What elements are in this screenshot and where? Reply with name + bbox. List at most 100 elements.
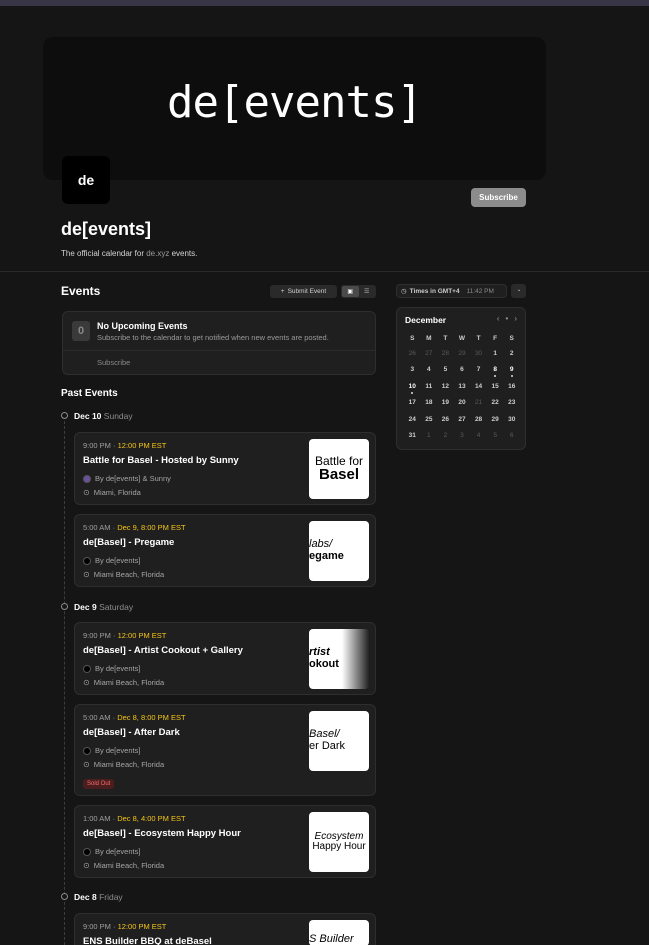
host-avatar-icon bbox=[83, 474, 91, 483]
thumb-text-2: er Dark bbox=[309, 740, 346, 752]
calendar-title: de[events] bbox=[61, 219, 152, 239]
event-card[interactable]: 5:00 AM · Dec 8, 8:00 PM EST de[Basel] -… bbox=[74, 704, 376, 796]
calendar-day[interactable]: 24 bbox=[404, 411, 421, 428]
weekday-label: T bbox=[476, 334, 481, 342]
calendar-day[interactable]: 6 bbox=[454, 362, 471, 379]
header-divider bbox=[0, 271, 649, 272]
event-card[interactable]: 9:00 PM · 12:00 PM EST de[Basel] - Artis… bbox=[74, 622, 376, 695]
calendar-day[interactable]: 3 bbox=[454, 428, 471, 445]
event-time: 9:00 PM · 12:00 PM EST bbox=[83, 922, 166, 931]
host-avatar-icon bbox=[83, 664, 91, 673]
calendar-day[interactable]: 17 bbox=[404, 395, 421, 412]
calendar-day[interactable]: 10 bbox=[404, 378, 421, 395]
calendar-day[interactable]: 3 bbox=[404, 362, 421, 379]
weekday-label: F bbox=[493, 334, 498, 342]
calendar-day[interactable]: 8 bbox=[487, 362, 504, 379]
calendar-day[interactable]: 4 bbox=[470, 428, 487, 445]
event-time: 1:00 AM · Dec 8, 4:00 PM EST bbox=[83, 814, 186, 823]
submit-event-button[interactable]: + Submit Event bbox=[270, 285, 337, 298]
timeline-dot bbox=[61, 893, 68, 900]
calendar-day[interactable]: 5 bbox=[487, 428, 504, 445]
location-label: Miami Beach, Florida bbox=[93, 760, 165, 769]
event-time: 5:00 AM · Dec 8, 8:00 PM EST bbox=[83, 713, 186, 722]
calendar-day[interactable]: 2 bbox=[503, 345, 520, 362]
calendar-day[interactable]: 25 bbox=[421, 411, 438, 428]
calendar-day[interactable]: 31 bbox=[404, 428, 421, 445]
host-label: By de[events] bbox=[95, 664, 141, 673]
subscribe-button[interactable]: Subscribe bbox=[471, 188, 526, 207]
calendar-day[interactable]: 26 bbox=[404, 345, 421, 362]
today-dot-icon[interactable]: • bbox=[506, 314, 509, 323]
calendar-day[interactable]: 15 bbox=[487, 378, 504, 395]
group-date: Dec 8 bbox=[74, 892, 97, 902]
location-pin-icon: ⊙ bbox=[83, 760, 90, 769]
event-card[interactable]: 1:00 AM · Dec 8, 4:00 PM EST de[Basel] -… bbox=[74, 805, 376, 878]
no-upcoming-subscribe-link[interactable]: Subscribe bbox=[97, 358, 130, 367]
thumb-text-2: okout bbox=[309, 658, 339, 670]
event-thumbnail: S Builder bbox=[309, 920, 369, 945]
calendar-day[interactable]: 19 bbox=[437, 395, 454, 412]
calendar-day[interactable]: 26 bbox=[437, 411, 454, 428]
event-title: de[Basel] - Ecosystem Happy Hour bbox=[83, 828, 241, 839]
calendar-day[interactable]: 28 bbox=[437, 345, 454, 362]
no-upcoming-desc: Subscribe to the calendar to get notifie… bbox=[97, 333, 329, 342]
timezone-indicator[interactable]: ◷ Times in GMT+4 11:42 PM bbox=[396, 284, 507, 298]
calendar-day[interactable]: 23 bbox=[503, 395, 520, 412]
calendar-day[interactable]: 9 bbox=[503, 362, 520, 379]
event-time: 9:00 PM · 12:00 PM EST bbox=[83, 441, 166, 450]
list-view-icon[interactable]: ☰ bbox=[359, 286, 376, 297]
event-host: By de[events] bbox=[83, 746, 140, 755]
calendar-day[interactable]: 18 bbox=[421, 395, 438, 412]
events-heading: Events bbox=[61, 284, 101, 298]
calendar-month: December bbox=[405, 315, 447, 325]
plus-icon: + bbox=[280, 288, 285, 295]
timezone-time: 11:42 PM bbox=[466, 287, 494, 295]
calendar-avatar: de bbox=[62, 156, 110, 204]
calendar-day[interactable]: 6 bbox=[503, 428, 520, 445]
rss-feed-icon[interactable]: ◔ bbox=[511, 284, 526, 298]
submit-event-label: Submit Event bbox=[287, 288, 327, 295]
timeline-line bbox=[64, 416, 65, 945]
event-card[interactable]: 9:00 PM · 12:00 PM EST Battle for Basel … bbox=[74, 432, 376, 505]
calendar-day[interactable]: 12 bbox=[437, 378, 454, 395]
calendar-day[interactable]: 7 bbox=[470, 362, 487, 379]
calendar-day[interactable]: 20 bbox=[454, 395, 471, 412]
calendar-day[interactable]: 29 bbox=[487, 411, 504, 428]
chevron-right-icon[interactable]: › bbox=[514, 314, 517, 323]
group-weekday: Friday bbox=[99, 892, 123, 902]
thumb-text-2: Happy Hour bbox=[312, 841, 366, 852]
calendar-day[interactable]: 4 bbox=[421, 362, 438, 379]
calendar-day[interactable]: 27 bbox=[421, 345, 438, 362]
calendar-day[interactable]: 28 bbox=[470, 411, 487, 428]
host-label: By de[events] & Sunny bbox=[95, 474, 171, 483]
calendar-day[interactable]: 30 bbox=[470, 345, 487, 362]
mini-calendar: December ‹ • › S M T W T F S 26 27 28 29 30 1 2 3 4 5 6 7 8… bbox=[396, 307, 526, 450]
calendar-day[interactable]: 5 bbox=[437, 362, 454, 379]
event-card[interactable]: 9:00 PM · 12:00 PM EST ENS Builder BBQ a… bbox=[74, 913, 376, 945]
calendar-day[interactable]: 27 bbox=[454, 411, 471, 428]
event-location: ⊙ Miami Beach, Florida bbox=[83, 861, 164, 870]
calendar-day[interactable]: 1 bbox=[487, 345, 504, 362]
calendar-day[interactable]: 1 bbox=[421, 428, 438, 445]
calendar-day[interactable]: 29 bbox=[454, 345, 471, 362]
calendar-day[interactable]: 2 bbox=[437, 428, 454, 445]
chevron-left-icon[interactable]: ‹ bbox=[497, 314, 500, 323]
event-card[interactable]: 5:00 AM · Dec 9, 8:00 PM EST de[Basel] -… bbox=[74, 514, 376, 587]
calendar-day[interactable]: 11 bbox=[421, 378, 438, 395]
weekday-label: T bbox=[443, 334, 448, 342]
calendar-day[interactable]: 21 bbox=[470, 395, 487, 412]
calendar-day[interactable]: 16 bbox=[503, 378, 520, 395]
local-time: 9:00 PM · bbox=[83, 631, 118, 640]
desc-suffix: events. bbox=[169, 249, 198, 258]
grid-view-icon[interactable]: ▣ bbox=[342, 286, 359, 297]
calendar-day[interactable]: 30 bbox=[503, 411, 520, 428]
calendar-day[interactable]: 14 bbox=[470, 378, 487, 395]
event-location: ⊙ Miami Beach, Florida bbox=[83, 760, 164, 769]
host-label: By de[events] bbox=[95, 847, 141, 856]
calendar-day[interactable]: 13 bbox=[454, 378, 471, 395]
group-weekday: Sunday bbox=[103, 411, 133, 421]
calendar-day[interactable]: 22 bbox=[487, 395, 504, 412]
local-time: 1:00 AM · bbox=[83, 814, 118, 823]
top-bar bbox=[0, 0, 649, 6]
desc-link[interactable]: de.xyz bbox=[146, 249, 169, 258]
